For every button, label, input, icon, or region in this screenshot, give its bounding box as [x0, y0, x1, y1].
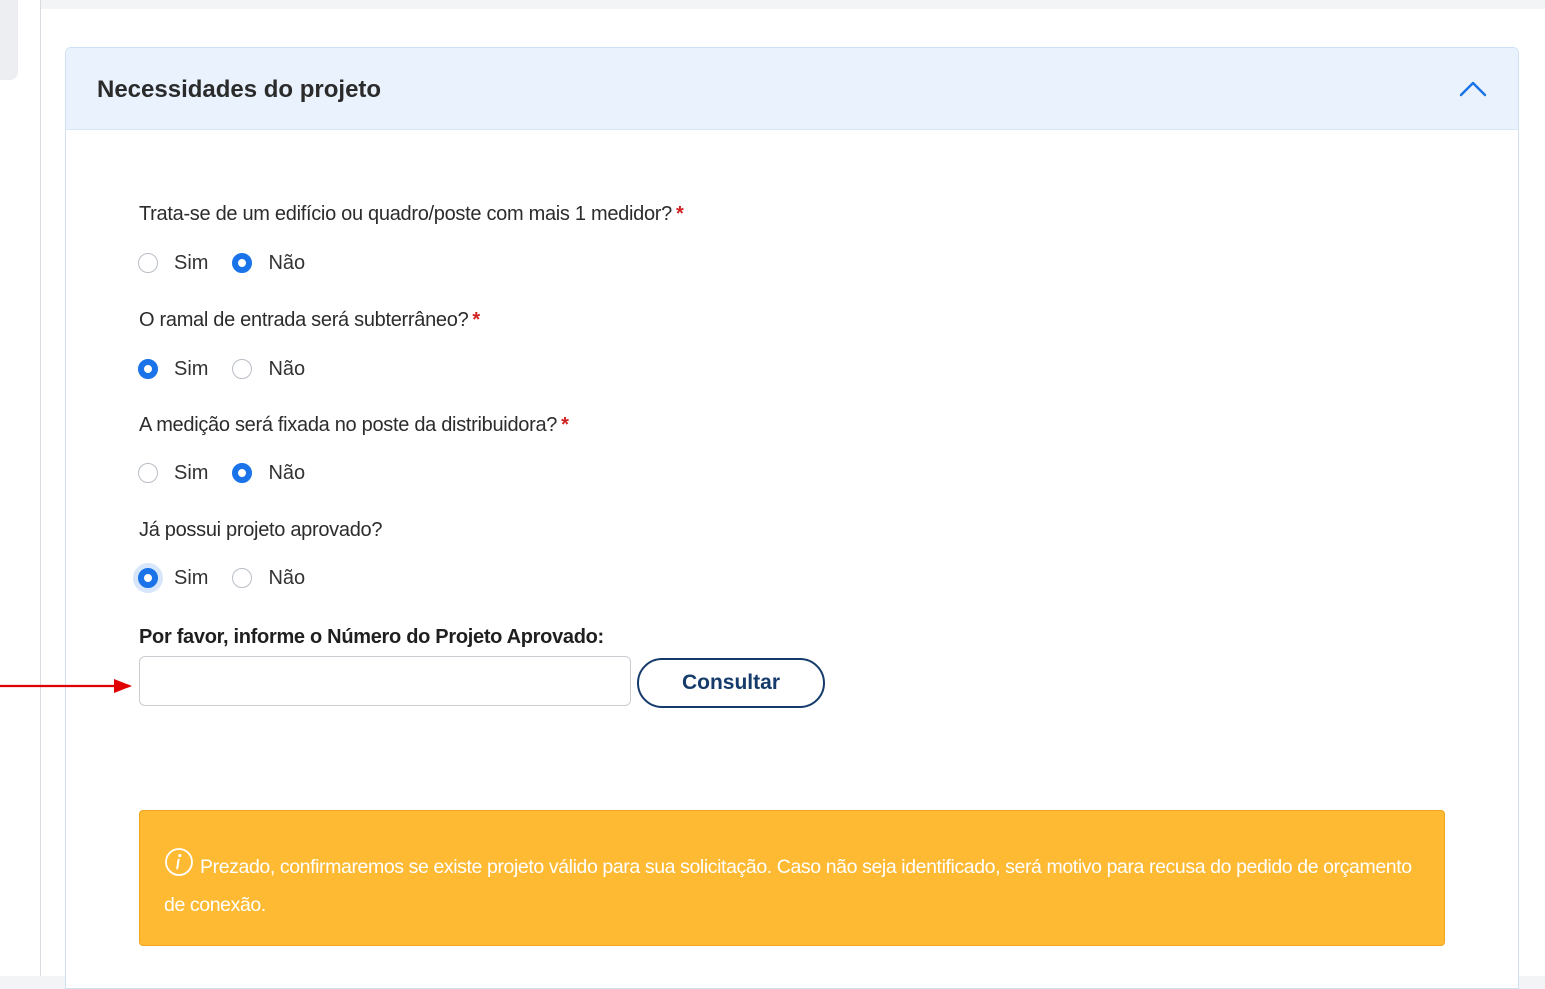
question-2-label: O ramal de entrada será subterrâneo? * [139, 309, 480, 332]
q2-option-sim[interactable]: Sim [138, 358, 208, 381]
question-1-label: Trata-se de um edifício ou quadro/poste … [139, 203, 684, 226]
q2-option-nao[interactable]: Não [232, 358, 305, 381]
radio-button[interactable] [232, 359, 253, 379]
radio-button[interactable] [138, 253, 158, 273]
option-label: Sim [174, 461, 209, 484]
option-label: Sim [174, 357, 209, 380]
chevron-up-icon [1459, 81, 1487, 97]
project-number-input[interactable] [139, 656, 631, 706]
project-needs-card: Necessidades do projeto Trata-se de um e… [65, 47, 1519, 989]
question-text: Já possui projeto aprovado? [139, 519, 383, 541]
alert-text: Prezado, confirmaremos se existe projeto… [164, 856, 1412, 916]
project-number-label: Por favor, informe o Número do Projeto A… [139, 626, 604, 648]
option-label: Não [268, 357, 306, 380]
card-header[interactable]: Necessidades do projeto [66, 48, 1518, 130]
question-text: A medição será fixada no poste da distri… [139, 414, 558, 436]
question-2-radio-group: Sim Não [138, 355, 305, 383]
warning-alert: Prezado, confirmaremos se existe projeto… [139, 810, 1445, 946]
collapse-button[interactable] [1456, 74, 1490, 104]
required-asterisk: * [472, 309, 480, 331]
consultar-button[interactable]: Consultar [637, 658, 825, 708]
section-title: Necessidades do projeto [97, 76, 382, 103]
info-circle-icon [164, 847, 194, 888]
radio-button[interactable] [138, 463, 158, 483]
question-1-radio-group: Sim Não [138, 249, 305, 277]
q4-option-sim[interactable]: Sim [138, 567, 208, 590]
radio-button-selected[interactable] [138, 568, 158, 588]
left-sidebar-strip [0, 0, 41, 976]
radio-button[interactable] [232, 568, 253, 588]
main-content: Necessidades do projeto Trata-se de um e… [41, 9, 1545, 989]
radio-button-selected[interactable] [232, 253, 253, 273]
option-label: Sim [174, 566, 209, 589]
sidebar-notch [0, 0, 18, 80]
question-text: O ramal de entrada será subterrâneo? [139, 309, 469, 331]
option-label: Não [268, 566, 306, 589]
q4-option-nao[interactable]: Não [232, 567, 305, 590]
question-4-label: Já possui projeto aprovado? [139, 519, 382, 542]
option-label: Sim [174, 251, 209, 274]
radio-button-selected[interactable] [138, 359, 158, 379]
option-label: Não [268, 461, 306, 484]
q3-option-nao[interactable]: Não [232, 462, 305, 485]
q1-option-nao[interactable]: Não [232, 252, 305, 275]
radio-button-selected[interactable] [232, 463, 253, 483]
annotation-arrow-icon [0, 679, 132, 693]
question-3-radio-group: Sim Não [138, 459, 305, 487]
q3-option-sim[interactable]: Sim [138, 462, 208, 485]
required-asterisk: * [561, 414, 569, 436]
question-4-radio-group: Sim Não [138, 564, 305, 592]
question-3-label: A medição será fixada no poste da distri… [139, 414, 569, 437]
option-label: Não [268, 251, 306, 274]
question-text: Trata-se de um edifício ou quadro/poste … [139, 203, 672, 225]
required-asterisk: * [675, 203, 684, 225]
q1-option-sim[interactable]: Sim [138, 252, 208, 275]
